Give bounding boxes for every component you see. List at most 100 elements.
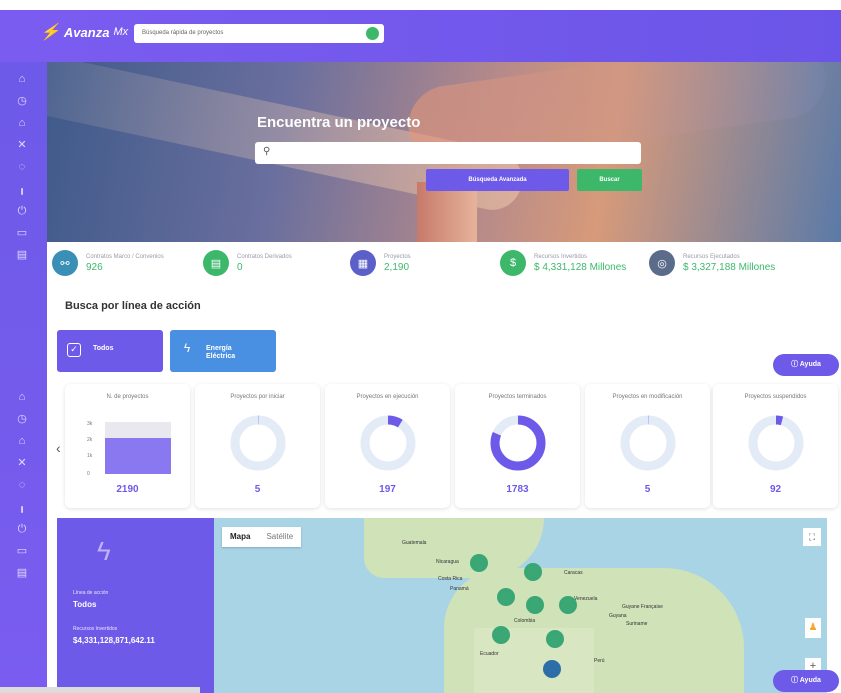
map-label: Colombia xyxy=(514,618,536,624)
card-value: 1783 xyxy=(506,484,529,495)
home-icon[interactable]: ⌂ xyxy=(15,72,29,86)
browser-status-bar xyxy=(0,687,200,693)
card-value: 5 xyxy=(644,484,651,495)
category-label: Energía Eléctrica xyxy=(206,345,236,360)
satellite-tab[interactable]: Satélite xyxy=(258,527,301,547)
map-label: Perú xyxy=(594,658,605,664)
bank-icon[interactable]: ⌂ xyxy=(15,116,29,130)
card-in-progress: Proyectos en ejecución 197 xyxy=(325,384,450,508)
help-button[interactable]: ⓘ Ayuda xyxy=(773,670,839,692)
card-title: Proyectos terminados xyxy=(488,394,547,400)
map-cluster-marker[interactable] xyxy=(470,554,488,572)
bolt-icon: ⚡ xyxy=(40,24,60,41)
stat-label: Recursos Ejecutados xyxy=(683,253,740,260)
advanced-search-button[interactable]: Búsqueda Avanzada xyxy=(426,169,569,191)
card-title: Proyectos en modificación xyxy=(612,394,683,400)
map-cluster-marker[interactable] xyxy=(526,596,544,614)
map-label: Guatemala xyxy=(402,540,427,546)
quick-search-placeholder: Búsqueda rápida de proyectos xyxy=(142,30,224,36)
lightning-icon: ϟ xyxy=(97,536,111,566)
tools-icon[interactable]: ✕ xyxy=(15,456,29,470)
stat-label: Contratos Marco / Convenios xyxy=(86,253,164,260)
map-cluster-marker[interactable] xyxy=(524,563,542,581)
card-in-modification: Proyectos en modificación 5 xyxy=(585,384,710,508)
map-label: Caracas xyxy=(564,570,583,576)
fullscreen-icon[interactable]: ⛶ xyxy=(803,528,821,546)
chart-icon[interactable]: ╻ xyxy=(15,182,29,196)
donut-track xyxy=(360,415,416,471)
map-type-tabs: Mapa Satélite xyxy=(222,527,302,547)
stat-projects: ▦ Proyectos 2,190 xyxy=(350,250,411,276)
stat-value: $ 4,331,128 Millones xyxy=(534,261,627,273)
search-button[interactable]: Buscar xyxy=(577,169,642,191)
category-label: Todos xyxy=(93,345,114,352)
lightbulb-icon[interactable]: ◌ xyxy=(15,478,29,492)
donut-chart xyxy=(620,415,676,471)
card-value: 197 xyxy=(379,484,396,495)
map-label: Ecuador xyxy=(480,651,499,657)
folder-icon[interactable]: ▭ xyxy=(15,226,29,240)
hero-banner: Encuentra un proyecto ⚲ Búsqueda Avanzad… xyxy=(47,62,841,242)
hero-title: Encuentra un proyecto xyxy=(257,114,421,131)
stat-derived: ▤ Contratos Derivados 0 xyxy=(203,250,292,276)
logo[interactable]: ⚡ Avanza Mx xyxy=(40,22,128,42)
tools-icon[interactable]: ✕ xyxy=(15,138,29,152)
resources-value: $4,331,128,871,642.11 xyxy=(73,636,155,645)
carousel-prev-arrow[interactable]: ‹ xyxy=(56,440,61,456)
stat-label: Contratos Derivados xyxy=(237,253,292,260)
project-search-input[interactable]: ⚲ xyxy=(255,142,641,164)
projects-map[interactable]: Mapa Satélite ⛶ Guatemala Nicaragua Cost… xyxy=(214,518,827,693)
donut-chart xyxy=(748,415,804,471)
map-label: Guyane Française xyxy=(622,604,663,610)
chart-icon[interactable]: ╻ xyxy=(15,500,29,514)
card-finished: Proyectos terminados 1783 xyxy=(455,384,580,508)
map-cluster-marker[interactable] xyxy=(559,596,577,614)
clock-icon[interactable]: ◷ xyxy=(15,412,29,426)
donut-track xyxy=(620,415,676,471)
home-icon[interactable]: ⌂ xyxy=(15,390,29,404)
bank-icon[interactable]: ⌂ xyxy=(15,434,29,448)
power-icon[interactable]: ⏻ xyxy=(15,522,29,536)
map-cluster-marker[interactable] xyxy=(543,660,561,678)
stat-label: Recursos Invertidos xyxy=(534,253,588,260)
resources-label: Recursos Invertidos xyxy=(73,626,118,632)
line-label: Línea de acción xyxy=(73,590,109,596)
money-icon: $ xyxy=(500,250,526,276)
map-label: Nicaragua xyxy=(436,559,459,565)
folder-icon[interactable]: ▭ xyxy=(15,544,29,558)
clock-icon[interactable]: ◷ xyxy=(15,94,29,108)
stat-value: $ 3,327,188 Millones xyxy=(683,261,776,273)
help-label: Ayuda xyxy=(799,677,821,684)
map-cluster-marker[interactable] xyxy=(492,626,510,644)
bar-tick: 3k xyxy=(87,421,93,427)
power-icon[interactable]: ⏻ xyxy=(15,204,29,218)
search-go-icon[interactable] xyxy=(366,27,379,40)
line-value: Todos xyxy=(73,600,97,609)
stat-label: Proyectos xyxy=(384,253,411,260)
card-value: 5 xyxy=(254,484,261,495)
logo-suffix: Mx xyxy=(113,26,129,38)
pegman-icon[interactable]: ♟ xyxy=(805,618,821,638)
donut-chart xyxy=(490,415,546,471)
lightbulb-icon[interactable]: ◌ xyxy=(15,160,29,174)
quick-search-input[interactable]: Búsqueda rápida de proyectos xyxy=(134,24,384,43)
logo-text: Avanza xyxy=(63,24,110,40)
card-suspended: Proyectos suspendidos 92 xyxy=(713,384,838,508)
map-tab[interactable]: Mapa xyxy=(222,527,258,547)
document-icon[interactable]: ▤ xyxy=(15,566,29,580)
donut-track xyxy=(748,415,804,471)
category-energia-button[interactable]: ϟ Energía Eléctrica xyxy=(170,330,276,372)
help-button[interactable]: ⓘ Ayuda xyxy=(773,354,839,376)
card-value: 2190 xyxy=(116,484,139,495)
document-icon[interactable]: ▤ xyxy=(15,248,29,262)
card-title: Proyectos por iniciar xyxy=(230,394,285,400)
map-cluster-marker[interactable] xyxy=(546,630,564,648)
coins-icon: ◎ xyxy=(649,250,675,276)
summary-panel: ϟ Línea de acción Todos Recursos Inverti… xyxy=(57,518,214,693)
map-cluster-marker[interactable] xyxy=(497,588,515,606)
category-todos-button[interactable]: ✓ Todos xyxy=(57,330,163,372)
map-label: Costa Rica xyxy=(438,576,463,582)
building-icon: ▦ xyxy=(350,250,376,276)
bar-projects xyxy=(105,438,171,474)
search-icon: ⚲ xyxy=(263,146,271,157)
